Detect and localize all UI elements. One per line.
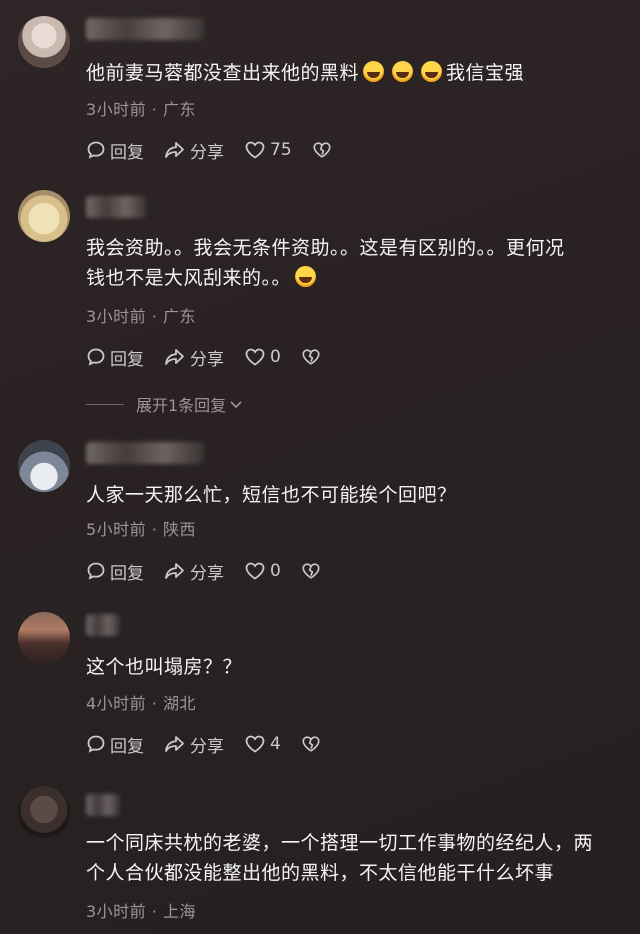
share-label: 分享 [190,349,224,370]
dislike-button[interactable] [301,561,325,581]
like-count: 0 [270,347,281,367]
dislike-button[interactable] [312,140,336,160]
comment-meta: 3小时前 · 上海 [86,902,196,921]
reply-label: 回复 [110,142,144,163]
laughing-tears-emoji-icon [295,266,317,287]
chevron-down-icon [230,401,242,409]
avatar[interactable] [18,16,70,68]
reply-label: 回复 [110,349,144,370]
share-arrow-icon [165,563,184,579]
reply-label: 回复 [110,736,144,757]
comment-text-line: 个人合伙都没能整出他的黑料，不太信他能干什么坏事 [86,862,555,884]
comment-text-line: 我会资助。。我会无条件资助。。这是有区别的。。更何况 [86,237,565,259]
username-blurred[interactable] [86,18,204,40]
comment-text: 他前妻马蓉都没查出来他的黑料 我信宝强 [86,58,632,88]
share-arrow-icon [165,142,184,158]
comment-bubble-icon [87,348,105,366]
share-arrow-icon [165,349,184,365]
share-arrow-icon [165,736,184,752]
comment-meta: 3小时前 · 广东 [86,307,196,326]
heart-icon [245,141,265,159]
comment-meta: 4小时前 · 湖北 [86,694,196,713]
comment-meta: 5小时前 · 陕西 [86,520,196,539]
username-blurred[interactable] [86,614,120,636]
username-blurred[interactable] [86,196,146,218]
share-button[interactable]: 分享 [164,345,224,370]
reply-button[interactable]: 回复 [86,138,144,163]
broken-heart-icon [302,736,320,752]
dislike-button[interactable] [301,734,325,754]
avatar[interactable] [18,612,70,664]
avatar[interactable] [18,190,70,242]
comment-meta: 3小时前 · 广东 [86,100,196,119]
reply-button[interactable]: 回复 [86,345,144,370]
reply-button[interactable]: 回复 [86,732,144,757]
expand-replies-button[interactable]: 展开1条回复 [86,392,244,416]
like-count: 0 [270,561,281,581]
comment-text-line: 钱也不是大风刮来的。。 [86,263,632,293]
like-button[interactable]: 4 [244,734,281,754]
like-button[interactable]: 0 [244,561,281,581]
laughing-tears-emoji-icon [421,61,443,82]
reply-button[interactable]: 回复 [86,559,144,584]
heart-icon [245,562,265,580]
share-label: 分享 [190,736,224,757]
comment-text: 人家一天那么忙，短信也不可能挨个回吧？ [86,484,457,506]
share-button[interactable]: 分享 [164,138,224,163]
like-count: 75 [270,140,292,160]
like-button[interactable]: 75 [244,140,292,160]
share-button[interactable]: 分享 [164,732,224,757]
reply-label: 回复 [110,563,144,584]
comment-text-suffix: 我信宝强 [446,62,525,84]
divider [86,403,124,405]
share-label: 分享 [190,142,224,163]
comment-actions: 回复 分享 0 [86,558,345,584]
laughing-tears-emoji-icon [392,61,414,82]
avatar[interactable] [18,786,70,838]
comment-text-line: 一个同床共枕的老婆，一个搭理一切工作事物的经纪人，两 [86,832,594,854]
comment-actions: 回复 分享 0 [86,344,345,370]
broken-heart-icon [302,563,320,579]
share-button[interactable]: 分享 [164,559,224,584]
comment-text-body: 钱也不是大风刮来的。。 [86,267,292,289]
comment-bubble-icon [87,735,105,753]
username-blurred[interactable] [86,442,204,464]
avatar[interactable] [18,440,70,492]
comment-text-body: 他前妻马蓉都没查出来他的黑料 [86,62,360,84]
heart-icon [245,348,265,366]
comment-bubble-icon [87,562,105,580]
like-count: 4 [270,734,281,754]
dislike-button[interactable] [301,347,325,367]
heart-icon [245,735,265,753]
comment-text: 这个也叫塌房？？ [86,656,243,678]
expand-replies-label: 展开1条回复 [136,396,227,415]
comment-actions: 回复 分享 4 [86,731,345,757]
comment-actions: 回复 分享 75 [86,137,356,163]
laughing-tears-emoji-icon [363,61,385,82]
username-blurred[interactable] [86,794,120,816]
share-label: 分享 [190,563,224,584]
like-button[interactable]: 0 [244,347,281,367]
comment-bubble-icon [87,141,105,159]
broken-heart-icon [313,142,331,158]
comment-text: 一个同床共枕的老婆，一个搭理一切工作事物的经纪人，两 个人合伙都没能整出他的黑料… [86,828,632,888]
comment-text: 我会资助。。我会无条件资助。。这是有区别的。。更何况 钱也不是大风刮来的。。 [86,233,632,293]
broken-heart-icon [302,349,320,365]
